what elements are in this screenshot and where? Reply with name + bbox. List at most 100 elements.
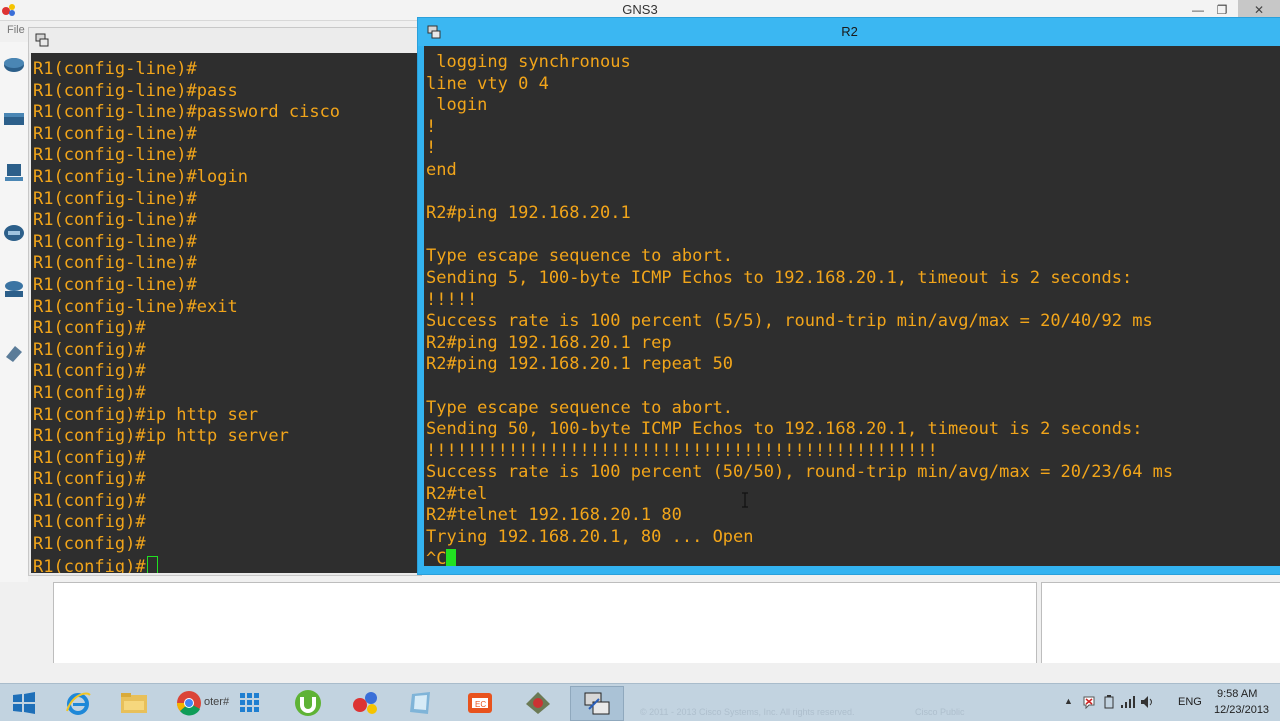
r2-terminal-line: line vty 0 4 [426, 74, 1173, 96]
r1-line-text: R1(config-line)# [33, 274, 197, 295]
taskbar-putty[interactable] [570, 686, 624, 721]
r1-terminal-line: R1(config-line)# [33, 275, 340, 297]
r1-terminal-line: R1(config)#ip http server [33, 426, 340, 448]
r2-line-text: Trying 192.168.20.1, 80 ... Open [426, 527, 754, 548]
r2-terminal-line: Success rate is 100 percent (50/50), rou… [426, 462, 1173, 484]
r2-terminal-line: R2#tel [426, 484, 1173, 506]
watermark-copyright: © 2011 - 2013 Cisco Systems, Inc. All ri… [640, 707, 855, 717]
r2-terminal-line: logging synchronous [426, 52, 1173, 74]
r1-terminal-line: R1(config-line)# [33, 124, 340, 146]
switch-icon[interactable] [3, 108, 25, 130]
r1-line-text: R1(config-line)# [33, 145, 197, 166]
volume-icon[interactable] [1140, 695, 1156, 709]
chrome-icon [176, 691, 201, 716]
battery-icon[interactable] [1104, 695, 1114, 709]
r1-line-text: R1(config)# [33, 382, 146, 403]
r2-line-text: login [426, 95, 488, 116]
r1-titlebar[interactable] [29, 28, 421, 53]
topology-summary-pane[interactable] [1041, 582, 1280, 664]
clock-date[interactable]: 12/23/2013 [1214, 704, 1269, 716]
r1-terminal-line: R1(config)# [33, 469, 340, 491]
network-icon[interactable] [1120, 695, 1136, 709]
r1-terminal-line: R1(config)# [33, 491, 340, 513]
router-icon[interactable] [3, 54, 25, 76]
r1-terminal-line: R1(config)# [33, 448, 340, 470]
add-link-icon[interactable] [3, 342, 25, 364]
apps-grid-icon [240, 693, 259, 712]
r2-terminal-line: ^C [426, 548, 1173, 566]
r1-line-text: R1(config)#ip http ser [33, 404, 259, 425]
r1-line-text: R1(config)# [33, 556, 146, 573]
r2-terminal-line [426, 376, 1173, 398]
r2-terminal-line: R2#ping 192.168.20.1 rep [426, 333, 1173, 355]
clock-time[interactable]: 9:58 AM [1217, 688, 1257, 700]
r1-terminal-output: R1(config-line)# R1(config-line)#pass R1(c… [33, 59, 340, 573]
r2-line-text: logging synchronous [426, 52, 631, 72]
r1-terminal-line: R1(config)# [33, 318, 340, 340]
r1-line-text: R1(config)# [33, 339, 146, 360]
r2-console-window[interactable]: R2 logging synchronous line vty 0 4 login… [417, 17, 1280, 575]
r1-line-text: R1(config-line)# [33, 253, 197, 274]
r2-terminal-output: logging synchronous line vty 0 4 login!! e… [426, 52, 1173, 566]
security-device-icon[interactable] [3, 222, 25, 244]
r2-terminal-line: Sending 50, 100-byte ICMP Echos to 192.1… [426, 419, 1173, 441]
language-indicator[interactable]: ENG [1178, 696, 1202, 708]
r1-line-text: R1(config-line)# [33, 59, 197, 79]
r2-line-text: end [426, 159, 457, 180]
r1-line-text: R1(config-line)# [33, 123, 197, 144]
taskbar-ie[interactable] [52, 686, 104, 719]
all-devices-icon[interactable] [3, 278, 25, 300]
r2-line-text: line vty 0 4 [426, 73, 549, 94]
r1-line-text: R1(config-line)# [33, 210, 197, 231]
taskbar-utorrent[interactable] [282, 686, 334, 719]
r1-terminal-line: R1(config)# [33, 534, 340, 556]
r1-line-text: R1(config-line)#login [33, 166, 248, 187]
r2-terminal-line: !!!!! [426, 290, 1173, 312]
r2-terminal-line: R2#telnet 192.168.20.1 80 [426, 505, 1173, 527]
action-center-icon[interactable] [1082, 695, 1096, 709]
recorder-icon: EC [468, 693, 492, 713]
r2-titlebar[interactable]: R2 [418, 18, 1280, 46]
taskbar-security-app[interactable] [512, 686, 564, 719]
system-tray: ▲ ENG 9:58 AM 12/23/2013 [1060, 684, 1280, 721]
internet-explorer-icon [66, 692, 91, 715]
windows-logo-icon [13, 692, 35, 714]
taskbar-apps[interactable] [226, 686, 278, 719]
r2-terminal-line: Success rate is 100 percent (5/5), round… [426, 311, 1173, 333]
menu-file[interactable]: File [7, 24, 25, 36]
taskbar-notepad[interactable] [396, 686, 448, 719]
r1-line-text: R1(config-line)#pass [33, 80, 238, 101]
taskbar-gns3[interactable] [340, 686, 392, 719]
r2-line-text: Type escape sequence to abort. [426, 246, 734, 267]
r2-terminal-line: Type escape sequence to abort. [426, 398, 1173, 420]
r2-terminal-cursor [446, 548, 457, 566]
taskbar: oter# EC © 2011 - 2013 Cisco Systems, In… [0, 683, 1280, 721]
r1-line-text: R1(config)#ip http server [33, 426, 289, 447]
taskbar-file-explorer[interactable] [108, 686, 160, 719]
r1-console-window[interactable]: R1(config-line)# R1(config-line)#pass R1(c… [28, 27, 422, 576]
taskbar-screen-recorder[interactable]: EC [454, 686, 506, 719]
menu-bar: File [0, 21, 30, 41]
r1-terminal-line: R1(config-line)# [33, 253, 340, 275]
r2-terminal-line: !!!!!!!!!!!!!!!!!!!!!!!!!!!!!!!!!!!!!!!!… [426, 441, 1173, 463]
r2-line-text: R2#tel [426, 483, 488, 504]
r1-line-text: R1(config)# [33, 469, 146, 490]
r1-line-text: R1(config)# [33, 490, 146, 511]
r2-line-text: R2#telnet 192.168.20.1 80 [426, 505, 682, 526]
end-device-icon[interactable] [3, 162, 25, 184]
r1-terminal-line: R1(config)# [33, 512, 340, 534]
folder-icon [121, 693, 147, 713]
r2-terminal-line: R2#ping 192.168.20.1 [426, 203, 1173, 225]
r2-window-title: R2 [841, 24, 858, 39]
r1-line-text: R1(config-line)# [33, 188, 197, 209]
console-pane[interactable] [53, 582, 1037, 664]
r2-line-text: ! [426, 138, 437, 159]
r2-terminal[interactable]: logging synchronous line vty 0 4 login!! e… [424, 46, 1280, 566]
tray-overflow-icon[interactable]: ▲ [1064, 696, 1073, 706]
start-button[interactable] [0, 686, 48, 719]
taskbar-chrome[interactable]: oter# [168, 686, 234, 719]
r1-terminal[interactable]: R1(config-line)# R1(config-line)#pass R1(c… [31, 53, 419, 573]
r2-terminal-line: end [426, 160, 1173, 182]
r1-line-text: R1(config-line)#password cisco [33, 102, 341, 123]
r2-line-text: Sending 5, 100-byte ICMP Echos to 192.16… [426, 267, 1133, 288]
